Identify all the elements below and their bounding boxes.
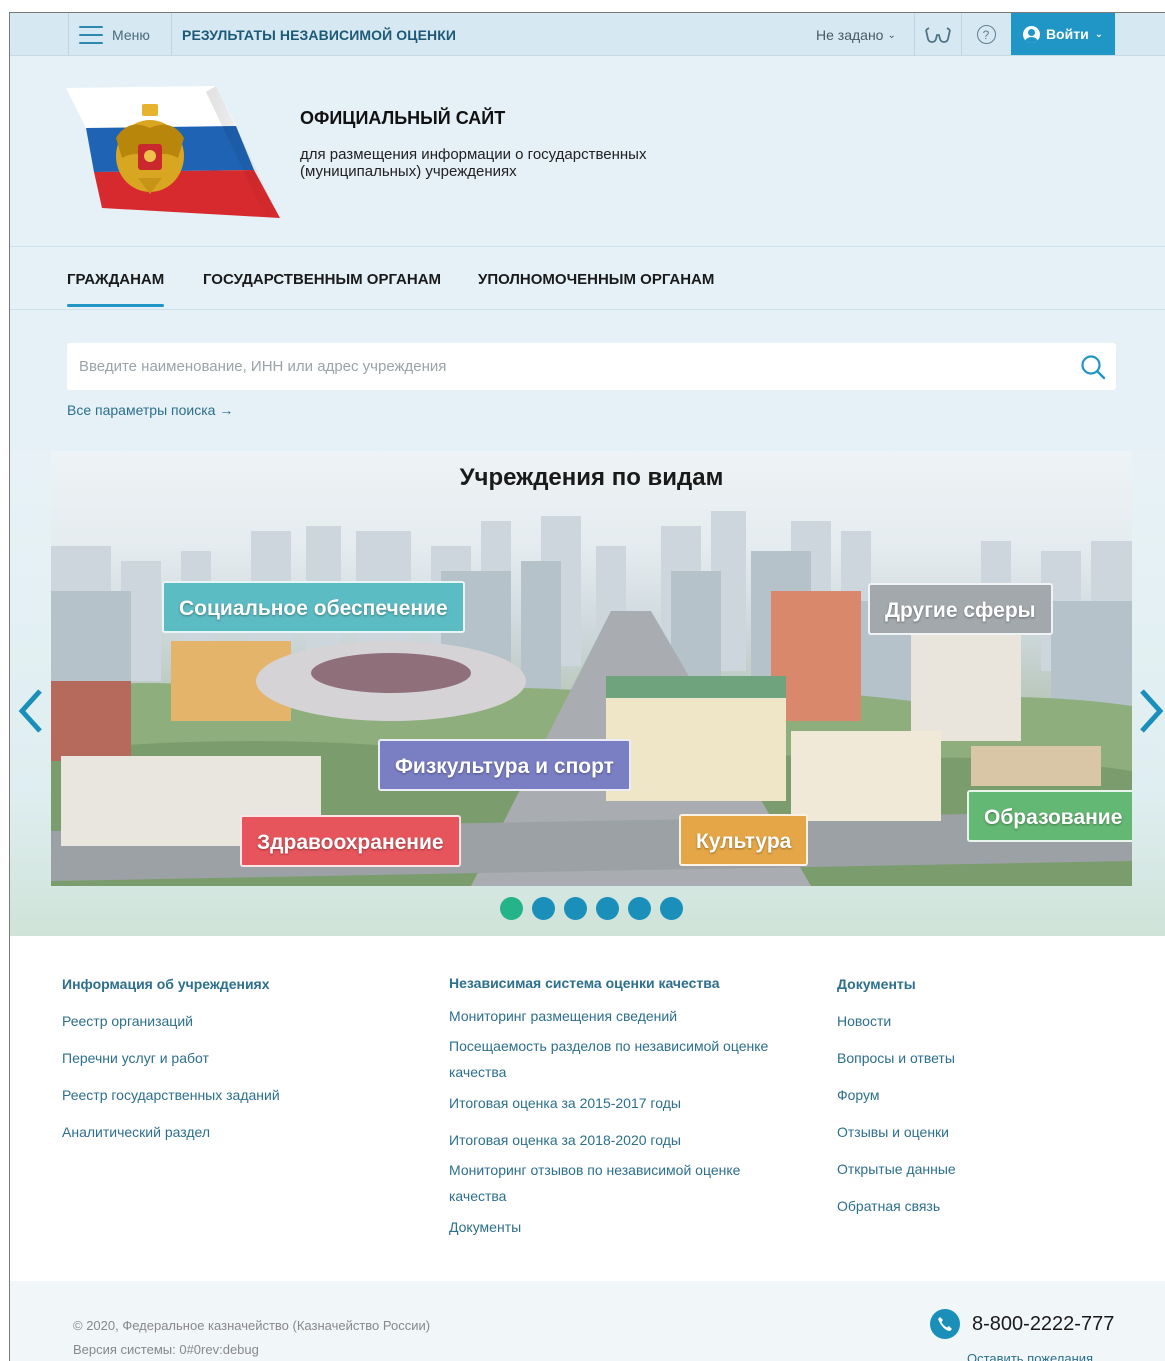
page-frame: Меню РЕЗУЛЬТАТЫ НЕЗАВИСИМОЙ ОЦЕНКИ Не за…	[9, 12, 1165, 1361]
carousel-dots	[500, 897, 683, 920]
search-icon	[1081, 354, 1106, 379]
carousel-dot[interactable]	[564, 897, 587, 920]
carousel-prev-button[interactable]	[16, 686, 46, 736]
carousel-dot[interactable]	[628, 897, 651, 920]
region-dropdown[interactable]: Не задано ⌄	[816, 27, 896, 43]
feedback-link[interactable]: Оставить пожелания	[967, 1351, 1093, 1361]
menu-button[interactable]: Меню	[68, 13, 172, 56]
login-button[interactable]: Войти ⌄	[1011, 13, 1115, 55]
carousel-slide: Учреждения по видам Социальное обеспечен…	[51, 451, 1132, 886]
footer-column-info: Документы Новости Вопросы и ответы Форум…	[837, 976, 956, 1235]
chevron-left-icon	[18, 689, 42, 733]
site-subtitle: для размещения информации о государствен…	[300, 146, 740, 180]
footer-column-quality: Независимая система оценки качества Мони…	[449, 970, 769, 1251]
menu-label: Меню	[112, 26, 150, 43]
category-health[interactable]: Здравоохранение	[240, 815, 461, 867]
footer-link[interactable]: Итоговая оценка за 2018-2020 годы	[449, 1127, 769, 1153]
category-education[interactable]: Образование	[967, 790, 1132, 842]
site-subtitle-line: (муниципальных) учреждениях	[300, 163, 517, 180]
footer-link[interactable]: Посещаемость разделов по независимой оце…	[449, 1033, 769, 1085]
carousel-next-button[interactable]	[1136, 686, 1165, 736]
footer-link[interactable]: Мониторинг размещения сведений	[449, 1003, 769, 1029]
accessibility-button[interactable]	[914, 13, 962, 56]
footer-link[interactable]: Перечни услуг и работ	[62, 1050, 280, 1087]
carousel-dot[interactable]	[660, 897, 683, 920]
question-icon: ?	[976, 25, 996, 44]
phone-icon	[930, 1309, 960, 1339]
search-button[interactable]	[1070, 344, 1116, 390]
phone-link[interactable]: 8-800-2222-777	[930, 1309, 1114, 1339]
region-label: Не задано	[816, 27, 884, 43]
footer-link[interactable]: Мониторинг отзывов по независимой оценке…	[449, 1157, 769, 1209]
site-subtitle-line: для размещения информации о государствен…	[300, 146, 647, 163]
top-bar-title[interactable]: РЕЗУЛЬТАТЫ НЕЗАВИСИМОЙ ОЦЕНКИ	[182, 27, 456, 43]
copyright-text: © 2020, Федеральное казначейство (Казнач…	[73, 1318, 431, 1333]
footer-link[interactable]: Новости	[837, 1013, 956, 1050]
help-button[interactable]: ?	[962, 13, 1010, 56]
top-bar: Меню РЕЗУЛЬТАТЫ НЕЗАВИСИМОЙ ОЦЕНКИ Не за…	[10, 13, 1165, 56]
chevron-down-icon: ⌄	[887, 29, 896, 41]
phone-number: 8-800-2222-777	[972, 1312, 1115, 1335]
user-icon	[1022, 25, 1040, 43]
footer-link[interactable]: Документы	[449, 1214, 769, 1240]
category-other[interactable]: Другие сферы	[868, 583, 1053, 635]
footer-column-institutions: Информация об учреждениях Реестр организ…	[62, 976, 280, 1161]
tab-state-bodies[interactable]: ГОСУДАРСТВЕННЫМ ОРГАНАМ	[203, 271, 441, 288]
footer-link[interactable]: Форум	[837, 1087, 956, 1124]
all-search-params-link[interactable]: Все параметры поиска →	[67, 402, 233, 418]
footer-bar: © 2020, Федеральное казначейство (Казнач…	[10, 1281, 1165, 1361]
login-label: Войти	[1045, 26, 1089, 42]
category-social[interactable]: Социальное обеспечение	[162, 581, 465, 633]
hamburger-icon	[79, 25, 103, 44]
russian-flag-emblem-logo[interactable]	[66, 86, 281, 218]
category-sport[interactable]: Физкультура и спорт	[378, 739, 631, 791]
search-input[interactable]	[67, 343, 1070, 390]
carousel-dot[interactable]	[500, 897, 523, 920]
footer-link[interactable]: Отзывы и оценки	[837, 1124, 956, 1161]
institutions-carousel: Учреждения по видам Социальное обеспечен…	[10, 451, 1165, 936]
footer-link[interactable]: Вопросы и ответы	[837, 1050, 956, 1087]
tab-authorized-bodies[interactable]: УПОЛНОМОЧЕННЫМ ОРГАНАМ	[478, 271, 714, 288]
search-box	[67, 343, 1116, 390]
footer-link[interactable]: Открытые данные	[837, 1161, 956, 1198]
footer-link[interactable]: Документы	[837, 976, 956, 1013]
chevron-right-icon	[1140, 689, 1164, 733]
footer-link[interactable]: Итоговая оценка за 2015-2017 годы	[449, 1090, 769, 1116]
site-header: ОФИЦИАЛЬНЫЙ САЙТ для размещения информац…	[10, 56, 1165, 247]
footer-link[interactable]: Информация об учреждениях	[62, 976, 280, 1013]
tab-citizens[interactable]: ГРАЖДАНАМ	[67, 271, 165, 307]
carousel-dot[interactable]	[532, 897, 555, 920]
footer-link[interactable]: Аналитический раздел	[62, 1124, 280, 1161]
glasses-icon	[925, 26, 951, 43]
audience-nav: ГРАЖДАНАМ ГОСУДАРСТВЕННЫМ ОРГАНАМ УПОЛНО…	[10, 247, 1165, 310]
carousel-dot[interactable]	[596, 897, 619, 920]
category-culture[interactable]: Культура	[679, 814, 809, 866]
version-text: Версия системы: 0#0rev:debug	[73, 1342, 259, 1357]
footer-link[interactable]: Обратная связь	[837, 1198, 956, 1235]
chevron-down-icon: ⌄	[1094, 28, 1104, 40]
footer-link[interactable]: Реестр государственных заданий	[62, 1087, 280, 1124]
footer-links: Информация об учреждениях Реестр организ…	[10, 936, 1165, 1281]
carousel-title: Учреждения по видам	[459, 464, 724, 491]
footer-link[interactable]: Реестр организаций	[62, 1013, 280, 1050]
footer-link[interactable]: Независимая система оценки качества	[449, 970, 769, 996]
site-title: ОФИЦИАЛЬНЫЙ САЙТ	[300, 108, 506, 128]
